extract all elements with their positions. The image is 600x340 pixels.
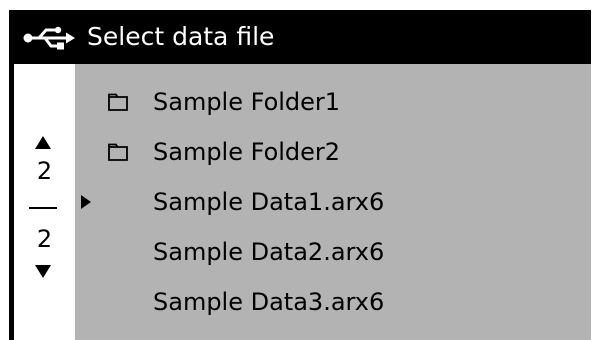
folder-icon bbox=[108, 93, 128, 111]
triangle-down-icon[interactable] bbox=[35, 265, 51, 278]
triangle-right-icon bbox=[81, 195, 91, 209]
current-page-number: 2 bbox=[36, 157, 53, 185]
title-bar: Select data file bbox=[9, 10, 591, 64]
usb-icon bbox=[23, 26, 75, 50]
list-item-label: Sample Data2.arx6 bbox=[153, 238, 385, 266]
list-item-label: Sample Data1.arx6 bbox=[153, 188, 385, 216]
list-item-data2[interactable]: Sample Data2.arx6 bbox=[75, 230, 591, 280]
list-item-folder1[interactable]: Sample Folder1 bbox=[75, 80, 591, 130]
page-divider bbox=[29, 207, 57, 209]
folder-icon bbox=[108, 143, 128, 161]
list-item-data3[interactable]: Sample Data3.arx6 bbox=[75, 280, 591, 330]
list-item-label: Sample Data3.arx6 bbox=[153, 288, 385, 316]
page-indicator: 2 2 bbox=[14, 64, 75, 340]
triangle-up-icon[interactable] bbox=[35, 136, 51, 149]
list-item-label: Sample Folder2 bbox=[153, 138, 341, 166]
total-pages-number: 2 bbox=[36, 225, 53, 253]
screen-title: Select data file bbox=[87, 22, 275, 51]
file-list: Sample Folder1 Sample Folder2 Sample Dat… bbox=[75, 64, 591, 340]
list-item-data1[interactable]: Sample Data1.arx6 bbox=[75, 180, 591, 230]
device-screen: Select data file 2 2 Sample Folder1 Samp… bbox=[9, 10, 591, 340]
list-item-label: Sample Folder1 bbox=[153, 88, 341, 116]
list-item-folder2[interactable]: Sample Folder2 bbox=[75, 130, 591, 180]
